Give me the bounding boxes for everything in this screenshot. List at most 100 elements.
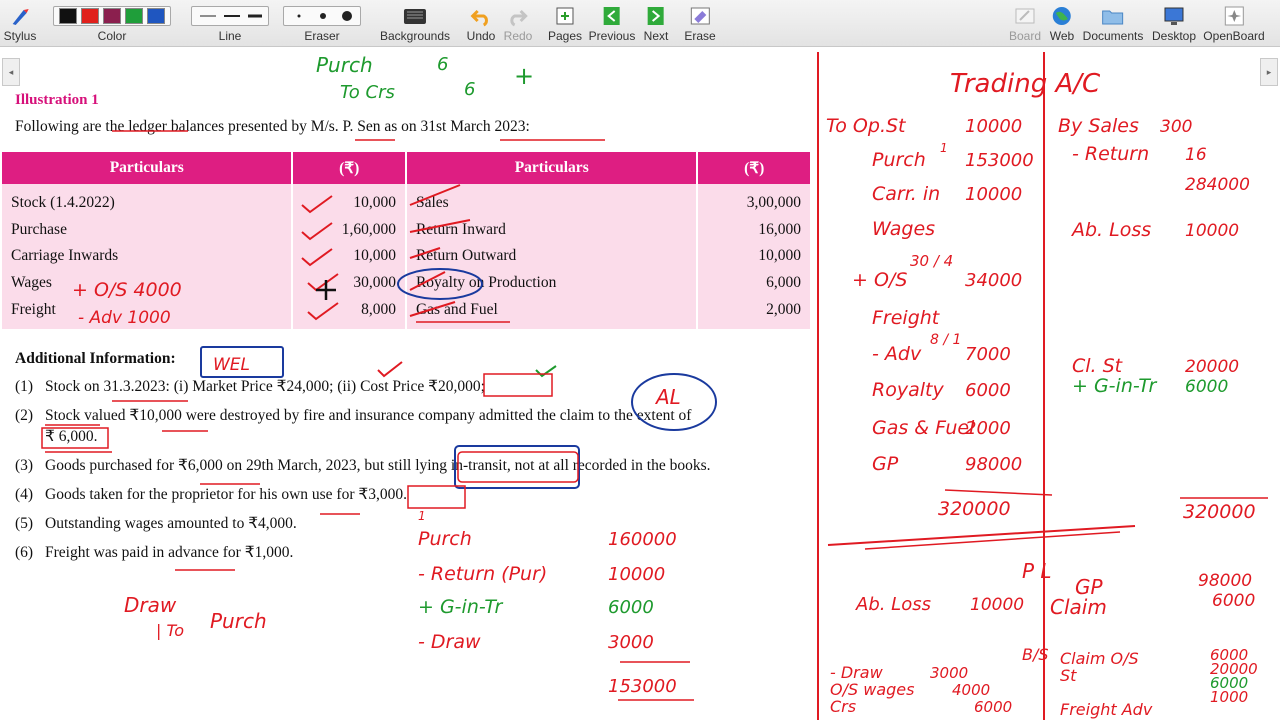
eraser-size-icon <box>283 3 361 29</box>
handwritten-text: 8 / 1 <box>930 332 961 348</box>
toolbar-label: Eraser <box>304 29 340 43</box>
ledger-row: Purchase 1,60,000 Return Inward 16,000 <box>2 216 812 244</box>
toolbar-label: Stylus <box>3 29 37 43</box>
handwritten-text: P L <box>1022 559 1052 583</box>
handwritten-text: Ab. Loss <box>855 594 931 615</box>
item-number: (1) <box>15 378 34 395</box>
handwritten-text: 20000 <box>1210 660 1258 678</box>
color-swatch-icon[interactable] <box>81 8 99 24</box>
toolbar-label: Web <box>1049 29 1075 43</box>
ledger-amount-cell: 10,000 <box>292 184 407 217</box>
toolbar-documents-button[interactable]: Documents <box>1083 0 1143 46</box>
toolbar-label: Next <box>643 29 669 43</box>
handwritten-text: + G-in-Tr <box>1072 375 1157 397</box>
handwritten-text: - Draw <box>830 663 884 682</box>
handwritten-text: - Return <box>1072 143 1149 165</box>
handwritten-text: Ab. Loss <box>1070 219 1151 241</box>
toolbar-label: Erase <box>684 29 716 43</box>
right-panel-toggle-icon[interactable]: ▸ <box>1260 58 1278 86</box>
ledger-amount-cell: 10,000 <box>292 243 407 270</box>
toolbar-pages-button[interactable]: Pages <box>548 0 582 46</box>
toolbar-label: Board <box>1008 29 1042 43</box>
toolbar-web-button[interactable]: Web <box>1050 0 1074 46</box>
ledger-header-cell: Particulars <box>405 152 699 184</box>
toolbar-next-button[interactable]: Next <box>643 0 669 46</box>
handwritten-text: Gas & Fuel <box>872 417 975 439</box>
handwritten-text: 7000 <box>965 344 1011 365</box>
ledger-header-cell: (₹) <box>292 152 407 184</box>
color-swatch-icon[interactable] <box>125 8 143 24</box>
ledger-particulars-cell: Return Outward <box>405 243 699 270</box>
toolbar-line-button[interactable]: Line <box>191 0 269 46</box>
toolbar-backgrounds-button[interactable]: Backgrounds <box>380 0 450 46</box>
ledger-header-cell: (₹) <box>697 152 812 184</box>
erase-icon <box>688 3 712 29</box>
handwritten-text: Freight <box>872 307 941 329</box>
handwritten-text: 6000 <box>1210 646 1248 664</box>
item-number: (4) <box>15 486 34 503</box>
toolbar-board-button[interactable]: Board <box>1009 0 1041 46</box>
handwritten-text: 1000 <box>1210 688 1248 706</box>
handwritten-text: O/S wages <box>830 680 914 699</box>
toolbar-redo-button[interactable]: Redo <box>503 0 533 46</box>
stylus-icon <box>9 3 31 29</box>
item-text: Stock on 31.3.2023: (i) Market Price ₹24… <box>45 378 485 395</box>
documents-folder-icon <box>1101 3 1125 29</box>
toolbar-label: Backgrounds <box>379 29 451 43</box>
color-swatch-icon[interactable] <box>103 8 121 24</box>
toolbar-desktop-button[interactable]: Desktop <box>1152 0 1196 46</box>
handwritten-text: To Op.St <box>826 115 907 137</box>
handwritten-text: 10000 <box>965 184 1022 205</box>
item-number: (3) <box>15 457 34 474</box>
slide-page: Illustration 1 Following are the ledger … <box>0 48 820 720</box>
toolbar-label: Color <box>97 29 127 43</box>
undo-icon <box>470 3 492 29</box>
toolbar-label: Undo <box>466 29 496 43</box>
previous-icon <box>601 3 623 29</box>
toolbar-color-button[interactable]: Color <box>53 0 171 46</box>
handwritten-text: 2000 <box>965 418 1011 439</box>
item-number: (6) <box>15 544 34 561</box>
handwritten-text: - Adv <box>872 343 922 365</box>
color-swatch-icon[interactable] <box>147 8 165 24</box>
toolbar-label: Line <box>218 29 242 43</box>
item-text: Stock valued ₹10,000 were destroyed by f… <box>45 407 692 424</box>
ledger-row: Stock (1.4.2022) 10,000 Sales 3,00,000 <box>2 184 812 217</box>
ledger-particulars-cell: Sales <box>405 184 699 217</box>
handwritten-text: Claim O/S <box>1060 649 1139 668</box>
ledger-amount-cell: 6,000 <box>697 269 812 297</box>
additional-info-item: (3) Goods purchased for ₹6,000 on 29th Ma… <box>15 456 815 475</box>
handwritten-text: 6000 <box>1212 591 1255 611</box>
backgrounds-icon <box>402 3 428 29</box>
next-icon <box>645 3 667 29</box>
handwritten-text: Trading A/C <box>950 69 1101 99</box>
ledger-amount-cell: 2,000 <box>697 296 812 329</box>
ledger-particulars-cell: Wages <box>2 269 294 297</box>
handwritten-text: 6000 <box>1185 377 1228 397</box>
ledger-particulars-cell: Stock (1.4.2022) <box>2 184 294 217</box>
handwritten-text: Crs <box>830 697 856 716</box>
handwritten-text: By Sales <box>1058 115 1139 137</box>
handwritten-text: 3000 <box>930 664 968 682</box>
handwritten-text: 98000 <box>1198 571 1252 591</box>
additional-info-item: (1) Stock on 31.3.2023: (i) Market Price … <box>15 377 815 396</box>
toolbar-openboard-button[interactable]: OpenBoard <box>1203 0 1265 46</box>
red-separator-line <box>864 531 1121 550</box>
toolbar-erase-button[interactable]: Erase <box>684 0 716 46</box>
toolbar-stylus-button[interactable]: Stylus <box>3 0 37 46</box>
handwritten-text: 10000 <box>970 595 1024 615</box>
ledger-particulars-cell: Return Inward <box>405 216 699 244</box>
color-swatch-icon[interactable] <box>59 8 77 24</box>
desktop-icon <box>1162 3 1186 29</box>
ledger-particulars-cell: Freight <box>2 296 294 329</box>
item-number: (2) <box>15 407 34 424</box>
additional-info-title: Additional Information: <box>15 350 176 367</box>
toolbar-undo-button[interactable]: Undo <box>466 0 496 46</box>
toolbar-previous-button[interactable]: Previous <box>589 0 635 46</box>
toolbar-eraser-button[interactable]: Eraser <box>283 0 361 46</box>
item-text: Freight was paid in advance for ₹1,000. <box>45 544 294 561</box>
handwritten-text: 153000 <box>965 150 1034 171</box>
handwritten-text: GP <box>1075 575 1103 599</box>
toolbar-label: Redo <box>503 29 533 43</box>
handwritten-text: 300 <box>1160 117 1192 137</box>
